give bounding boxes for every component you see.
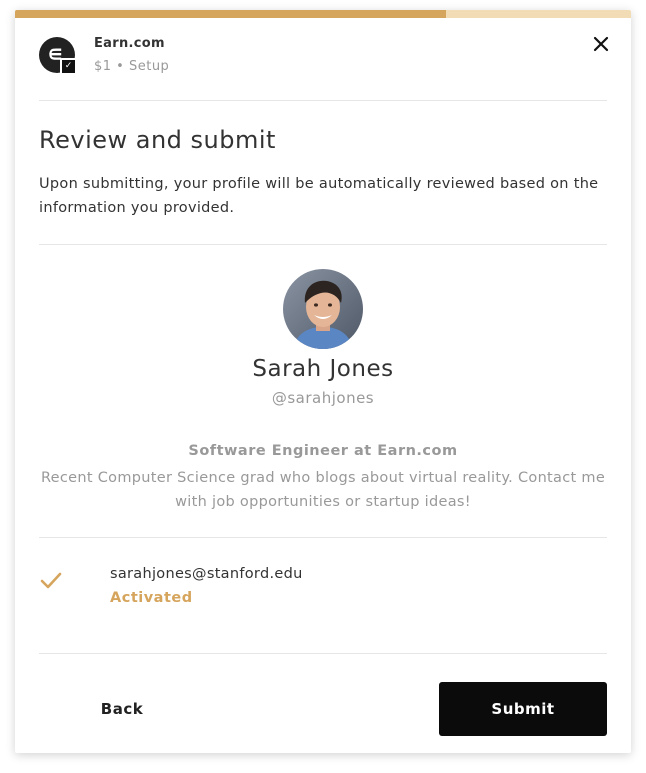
- header-divider: [39, 100, 607, 101]
- verified-email: sarahjones@stanford.edu: [110, 566, 303, 582]
- close-button[interactable]: [591, 34, 611, 54]
- earn-logo-icon: ∊ ✓: [39, 37, 77, 75]
- profile-handle: @sarahjones: [271, 389, 375, 407]
- profile-bio: Recent Computer Science grad who blogs a…: [40, 470, 606, 510]
- app-name: Earn.com: [94, 36, 165, 51]
- setup-modal: ∊ ✓ Earn.com $1 • Setup Review and submi…: [15, 10, 631, 753]
- progress-bar-fill: [15, 10, 447, 18]
- section-divider: [39, 244, 607, 245]
- page-title: Review and submit: [39, 126, 276, 154]
- avatar: [283, 269, 363, 349]
- section-divider: [39, 537, 607, 538]
- close-icon: [593, 36, 609, 52]
- logo-check-badge-icon: ✓: [60, 58, 77, 75]
- profile-headline: Software Engineer at Earn.com: [188, 443, 458, 459]
- back-button[interactable]: Back: [39, 682, 205, 736]
- progress-bar: [15, 10, 631, 18]
- app-subtitle: $1 • Setup: [94, 59, 170, 74]
- checkmark-icon: [40, 572, 62, 589]
- submit-button[interactable]: Submit: [439, 682, 607, 736]
- footer-divider: [39, 653, 607, 654]
- page-description: Upon submitting, your profile will be au…: [39, 176, 599, 216]
- profile-name: Sarah Jones: [252, 356, 394, 382]
- email-status-badge: Activated: [110, 590, 193, 606]
